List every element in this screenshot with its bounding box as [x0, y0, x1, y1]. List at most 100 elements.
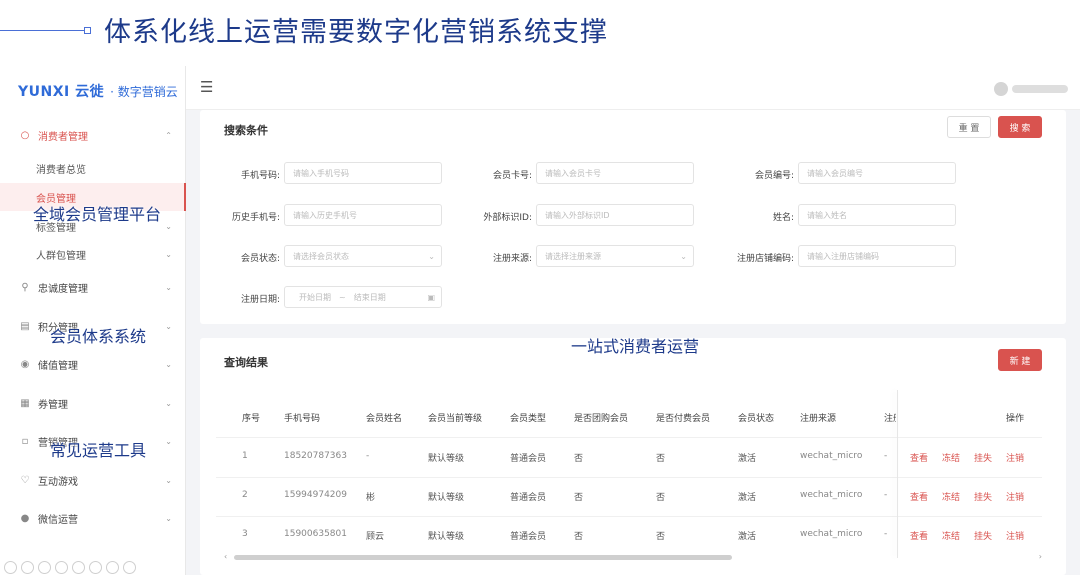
- phone-input[interactable]: 请输入手机号码: [284, 162, 442, 184]
- top-bar: ☰: [186, 66, 1080, 110]
- scroll-right-icon[interactable]: ›: [1039, 552, 1042, 561]
- sidebar: YUNXI 云徙 · 数字营销云 ○ 消费者管理 ⌃ 消费者总览 会员管理 标签…: [0, 66, 186, 575]
- fixed-column-shadow: [897, 390, 898, 558]
- member-status-placeholder: 请选择会员状态: [293, 251, 349, 261]
- nav-dot: [123, 561, 136, 574]
- cell-register: -: [884, 490, 888, 500]
- nav-dot: [21, 561, 34, 574]
- cell-type: 普通会员: [510, 493, 547, 503]
- nav-dot: [55, 561, 68, 574]
- scroll-left-icon[interactable]: ‹: [224, 552, 227, 561]
- sidebar-group-label: 消费者管理: [38, 131, 88, 143]
- cell-type: 普通会员: [510, 532, 547, 542]
- report-loss-link[interactable]: 挂失: [974, 451, 992, 464]
- row-divider: [216, 516, 1042, 517]
- name-label: 姓名:: [772, 213, 794, 223]
- chevron-down-icon: ⌄: [165, 513, 172, 523]
- report-loss-link[interactable]: 挂失: [974, 490, 992, 503]
- register-date-range[interactable]: 开始日期 ~ 结束日期 ▣: [284, 286, 442, 308]
- chevron-down-icon: ⌄: [165, 359, 172, 369]
- cell-level: 默认等级: [428, 493, 465, 503]
- logo[interactable]: YUNXI 云徙 · 数字营销云: [18, 80, 178, 102]
- member-number-input[interactable]: 请输入会员编号: [798, 162, 956, 184]
- cancel-link[interactable]: 注销: [1006, 451, 1024, 464]
- column-header-actions: 操作: [1006, 414, 1025, 424]
- new-button[interactable]: 新 建: [998, 349, 1042, 371]
- logo-mark: YUNXI 云徙: [18, 84, 105, 100]
- nav-dot: [4, 561, 17, 574]
- cell-paid: 否: [656, 493, 666, 503]
- external-id-label: 外部标识ID:: [483, 213, 532, 223]
- history-phone-input[interactable]: 请输入历史手机号: [284, 204, 442, 226]
- member-status-select[interactable]: 请选择会员状态 ⌄: [284, 245, 442, 267]
- sidebar-group-loyalty[interactable]: ⚲ 忠诚度管理 ⌄: [0, 272, 186, 302]
- sidebar-group-coupon[interactable]: ▦ 券管理 ⌄: [0, 388, 186, 418]
- member-card-input[interactable]: 请输入会员卡号: [536, 162, 694, 184]
- sidebar-group-stored-value[interactable]: ◉ 储值管理 ⌄: [0, 349, 186, 379]
- chevron-down-icon: ⌄: [165, 221, 172, 231]
- cell-index: 2: [242, 490, 248, 500]
- cell-source: wechat_micro: [800, 451, 863, 461]
- sidebar-group-label: 微信运营: [38, 514, 78, 526]
- view-link[interactable]: 查看: [910, 490, 928, 503]
- freeze-link[interactable]: 冻结: [942, 490, 960, 503]
- external-id-input[interactable]: 请输入外部标识ID: [536, 204, 694, 226]
- cell-name: 顾云: [366, 532, 385, 542]
- annotation-member-system: 会员体系系统: [50, 327, 147, 346]
- column-header-source: 注册来源: [800, 414, 837, 424]
- cell-status: 激活: [738, 454, 757, 464]
- cell-level: 默认等级: [428, 532, 465, 542]
- row-divider: [216, 477, 1042, 478]
- user-icon: ○: [20, 129, 30, 141]
- avatar[interactable]: [994, 82, 1008, 96]
- chevron-down-icon: ⌄: [428, 251, 435, 261]
- sidebar-group-games[interactable]: ♡ 互动游戏 ⌄: [0, 465, 186, 495]
- sidebar-group-label: 忠诚度管理: [38, 283, 88, 295]
- cell-type: 普通会员: [510, 454, 547, 464]
- member-card-label: 会员卡号:: [492, 171, 532, 181]
- date-end-placeholder: 结束日期: [353, 292, 386, 302]
- cell-group-buy: 否: [574, 532, 584, 542]
- cancel-link[interactable]: 注销: [1006, 529, 1024, 542]
- reset-button[interactable]: 重 置: [947, 116, 991, 138]
- register-store-label: 注册店铺编码:: [736, 254, 794, 264]
- logo-subtitle: · 数字营销云: [110, 84, 178, 99]
- view-link[interactable]: 查看: [910, 451, 928, 464]
- game-icon: ♡: [20, 474, 30, 486]
- member-status-label: 会员状态:: [240, 254, 280, 264]
- chevron-down-icon: ⌄: [165, 321, 172, 331]
- user-name[interactable]: [1012, 85, 1068, 93]
- sidebar-item-crowd-package[interactable]: 人群包管理 ⌄: [0, 240, 186, 268]
- freeze-link[interactable]: 冻结: [942, 451, 960, 464]
- sidebar-group-label: 券管理: [38, 399, 68, 411]
- report-loss-link[interactable]: 挂失: [974, 529, 992, 542]
- cell-register: -: [884, 529, 888, 539]
- name-input[interactable]: 请输入姓名: [798, 204, 956, 226]
- sidebar-group-wechat[interactable]: ● 微信运营 ⌄: [0, 503, 186, 533]
- sidebar-group-consumer[interactable]: ○ 消费者管理 ⌃: [0, 120, 186, 150]
- column-header-name: 会员姓名: [366, 414, 403, 424]
- chevron-up-icon: ⌃: [165, 130, 172, 140]
- register-date-label: 注册日期:: [240, 295, 280, 305]
- annotation-operation-tools: 常见运营工具: [50, 441, 147, 460]
- results-panel-title: 查询结果: [224, 356, 268, 369]
- search-button[interactable]: 搜 索: [998, 116, 1042, 138]
- cell-register: -: [884, 451, 888, 461]
- column-header-group-buy: 是否团购会员: [574, 414, 629, 424]
- view-link[interactable]: 查看: [910, 529, 928, 542]
- scrollbar-thumb[interactable]: [234, 555, 732, 560]
- results-panel: 查询结果 新 建 序号 手机号码 会员姓名 会员当前等级 会员类型 是否团购会员…: [200, 338, 1066, 575]
- menu-fold-icon[interactable]: ☰: [200, 78, 213, 96]
- date-separator: ~: [339, 292, 346, 302]
- freeze-link[interactable]: 冻结: [942, 529, 960, 542]
- register-store-input[interactable]: 请输入注册店铺编码: [798, 245, 956, 267]
- horizontal-scrollbar[interactable]: ‹ ›: [224, 552, 1042, 561]
- register-source-placeholder: 请选择注册来源: [545, 251, 601, 261]
- cancel-link[interactable]: 注销: [1006, 490, 1024, 503]
- register-source-select[interactable]: 请选择注册来源 ⌄: [536, 245, 694, 267]
- cell-status: 激活: [738, 493, 757, 503]
- cell-phone: 15900635801: [284, 529, 347, 539]
- column-header-paid: 是否付费会员: [656, 414, 711, 424]
- cell-group-buy: 否: [574, 454, 584, 464]
- sidebar-item-consumer-overview[interactable]: 消费者总览: [0, 154, 186, 182]
